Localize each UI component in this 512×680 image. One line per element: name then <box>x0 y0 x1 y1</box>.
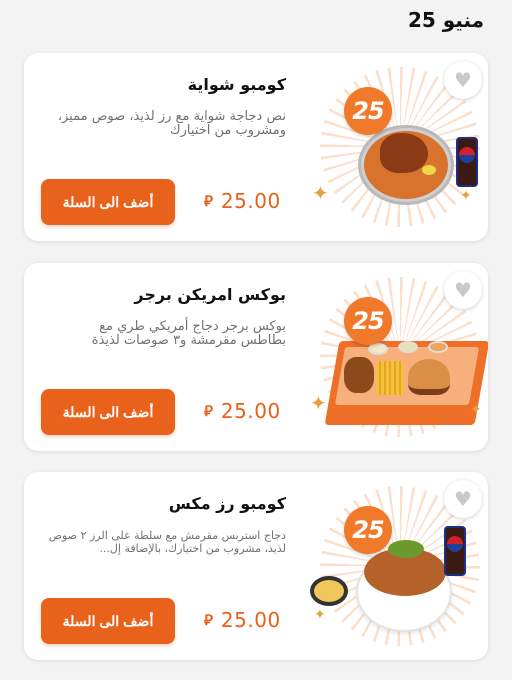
sparkle-icon: ✦ <box>310 391 327 415</box>
menu-item-card[interactable]: 25 ✦ ♥ كومبو رز مكس دجاج استربس مقرمش مع… <box>24 472 488 660</box>
sparkle-icon: ✦ <box>470 402 482 418</box>
grilled-chicken <box>380 133 428 173</box>
page-title: منيو 25 <box>407 8 484 32</box>
saudi-riyal-icon: ⃁ <box>204 610 213 629</box>
item-description: دجاج استربس مقرمش مع سلطة على الرز ٢ صوص… <box>48 529 286 555</box>
price-25-badge: 25 <box>344 506 392 554</box>
item-price: ⃁ 25.00 <box>204 399 281 423</box>
item-price: ⃁ 25.00 <box>204 189 281 213</box>
lemon <box>422 165 436 175</box>
saudi-riyal-icon: ⃁ <box>204 191 213 210</box>
item-description: بوكس برجر دجاج أمريكي طري مع بطاطس مقرمش… <box>91 319 286 348</box>
add-to-cart-button[interactable]: أضف الى السلة <box>41 389 175 435</box>
favorite-heart-icon[interactable]: ♥ <box>444 61 482 99</box>
item-description: نص دجاجة شواية مع رز لذيذ، صوص مميز، ومش… <box>57 109 286 138</box>
item-name: كومبو شواية <box>187 75 286 94</box>
item-price: ⃁ 25.00 <box>204 608 281 632</box>
sauce-cup <box>310 576 348 606</box>
sparkle-icon: ✦ <box>312 181 329 205</box>
grilled-chicken-rice-combo-image[interactable]: 25 ✦ ✦ ♥ <box>310 53 488 241</box>
price-value: 25.00 <box>220 399 281 423</box>
sparkle-icon: ✦ <box>460 188 472 204</box>
burger <box>408 359 450 395</box>
pepsi-logo <box>459 147 475 163</box>
item-name: كومبو رز مكس <box>168 494 286 513</box>
add-to-cart-button[interactable]: أضف الى السلة <box>41 179 175 225</box>
mixed-rice-bowl-combo-image[interactable]: 25 ✦ ♥ <box>310 472 488 660</box>
item-name: بوكس امريكن برجر <box>134 285 286 304</box>
chicken-bites <box>344 357 374 393</box>
sparkle-icon: ✦ <box>314 607 326 623</box>
price-value: 25.00 <box>220 608 281 632</box>
salad <box>388 540 424 558</box>
price-25-badge: 25 <box>344 87 392 135</box>
add-to-cart-button[interactable]: أضف الى السلة <box>41 598 175 644</box>
price-25-badge: 25 <box>344 297 392 345</box>
burger-box-image[interactable]: 25 ✦ ✦ ♥ <box>310 263 488 451</box>
menu-item-card[interactable]: 25 ✦ ✦ ♥ بوكس امريكن برجر بوكس برجر دجاج… <box>24 263 488 451</box>
menu-item-card[interactable]: 25 ✦ ✦ ♥ كومبو شواية نص دجاجة شواية مع ر… <box>24 53 488 241</box>
price-value: 25.00 <box>220 189 281 213</box>
favorite-heart-icon[interactable]: ♥ <box>444 480 482 518</box>
favorite-heart-icon[interactable]: ♥ <box>444 271 482 309</box>
fries <box>376 361 404 395</box>
sauce-cup <box>428 341 448 353</box>
pepsi-logo <box>447 536 463 552</box>
saudi-riyal-icon: ⃁ <box>204 401 213 420</box>
sauce-cup <box>398 341 418 353</box>
